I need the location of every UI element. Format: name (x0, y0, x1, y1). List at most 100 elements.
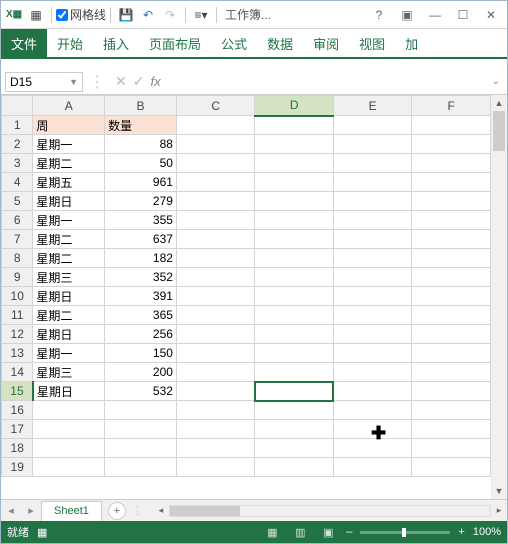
tab-layout[interactable]: 页面布局 (139, 29, 211, 57)
cell[interactable] (412, 230, 491, 249)
cell[interactable] (412, 325, 491, 344)
cell[interactable] (255, 192, 334, 211)
cell[interactable]: 637 (105, 230, 177, 249)
cell[interactable] (255, 173, 334, 192)
cell[interactable] (333, 363, 412, 382)
cell[interactable] (255, 401, 334, 420)
cell[interactable] (412, 154, 491, 173)
cell[interactable] (333, 173, 412, 192)
cell[interactable]: 星期二 (33, 230, 105, 249)
cell[interactable] (105, 420, 177, 439)
cell[interactable] (176, 192, 255, 211)
gridlines-toggle[interactable]: 网格线 (56, 6, 106, 23)
cell[interactable]: 365 (105, 306, 177, 325)
tab-addins[interactable]: 加 (395, 29, 428, 57)
undo-icon[interactable]: ↶ (140, 7, 156, 23)
cell[interactable] (412, 249, 491, 268)
cell[interactable] (255, 458, 334, 477)
cell[interactable] (412, 135, 491, 154)
cell[interactable]: 星期五 (33, 173, 105, 192)
cell[interactable] (105, 401, 177, 420)
cell[interactable]: 数量 (105, 116, 177, 135)
cell[interactable]: 星期二 (33, 306, 105, 325)
ribbon-display-icon[interactable]: ▣ (393, 5, 421, 25)
cell[interactable] (412, 458, 491, 477)
cell[interactable] (333, 268, 412, 287)
vertical-scrollbar[interactable]: ▲ ▼ (491, 95, 507, 499)
cell[interactable] (412, 344, 491, 363)
scroll-down-icon[interactable]: ▼ (491, 483, 507, 499)
cell[interactable] (255, 135, 334, 154)
cell[interactable] (412, 363, 491, 382)
zoom-out-button[interactable]: – (346, 526, 352, 538)
cell[interactable]: 182 (105, 249, 177, 268)
cell[interactable]: 352 (105, 268, 177, 287)
tab-file[interactable]: 文件 (1, 29, 47, 57)
expand-formula-bar-icon[interactable]: ⌄ (489, 76, 503, 87)
cell[interactable] (255, 344, 334, 363)
cell[interactable]: 200 (105, 363, 177, 382)
tab-review[interactable]: 审阅 (303, 29, 349, 57)
cell[interactable]: 星期日 (33, 325, 105, 344)
cell[interactable] (412, 211, 491, 230)
cell[interactable] (176, 458, 255, 477)
cell[interactable] (176, 439, 255, 458)
row-header[interactable]: 19 (2, 458, 33, 477)
normal-view-icon[interactable]: ▦ (262, 524, 282, 540)
cell[interactable] (333, 458, 412, 477)
cell[interactable] (33, 439, 105, 458)
sheet-nav[interactable]: ◂▸ (1, 504, 41, 517)
cell[interactable] (333, 116, 412, 135)
row-header[interactable]: 2 (2, 135, 33, 154)
cell[interactable] (255, 325, 334, 344)
row-header[interactable]: 11 (2, 306, 33, 325)
cell[interactable]: 星期日 (33, 287, 105, 306)
minimize-icon[interactable]: — (421, 5, 449, 25)
cell[interactable] (176, 382, 255, 401)
cell[interactable]: 50 (105, 154, 177, 173)
cell[interactable] (333, 382, 412, 401)
cell[interactable]: 星期日 (33, 382, 105, 401)
cell[interactable] (412, 268, 491, 287)
grid-icon[interactable]: ▦ (28, 7, 44, 23)
cell[interactable] (255, 211, 334, 230)
cell[interactable] (176, 306, 255, 325)
row-header[interactable]: 6 (2, 211, 33, 230)
cell[interactable] (333, 135, 412, 154)
cell[interactable] (333, 401, 412, 420)
cell[interactable] (255, 439, 334, 458)
cell[interactable] (412, 382, 491, 401)
cell[interactable] (176, 154, 255, 173)
help-icon[interactable]: ? (365, 5, 393, 25)
sheet-tab[interactable]: Sheet1 (41, 501, 102, 521)
cell[interactable] (333, 154, 412, 173)
cell[interactable] (412, 287, 491, 306)
row-header[interactable]: 10 (2, 287, 33, 306)
col-header-c[interactable]: C (176, 96, 255, 116)
row-header[interactable]: 18 (2, 439, 33, 458)
zoom-slider[interactable] (360, 531, 450, 534)
cell[interactable]: 355 (105, 211, 177, 230)
save-icon[interactable]: 💾 (118, 7, 134, 23)
cell[interactable] (176, 230, 255, 249)
cell[interactable] (255, 287, 334, 306)
cell[interactable] (255, 154, 334, 173)
cell[interactable] (333, 249, 412, 268)
cell[interactable] (255, 116, 334, 135)
row-header[interactable]: 13 (2, 344, 33, 363)
cell[interactable] (176, 420, 255, 439)
row-header[interactable]: 9 (2, 268, 33, 287)
cell[interactable] (412, 306, 491, 325)
cell[interactable] (176, 401, 255, 420)
hscroll-thumb[interactable] (170, 506, 240, 516)
cell[interactable]: 星期三 (33, 268, 105, 287)
cell[interactable] (33, 458, 105, 477)
redo-icon[interactable]: ↷ (162, 7, 178, 23)
cell[interactable] (412, 401, 491, 420)
row-header[interactable]: 16 (2, 401, 33, 420)
cell[interactable] (412, 116, 491, 135)
cell[interactable] (255, 306, 334, 325)
scroll-right-icon[interactable]: ▸ (491, 503, 507, 519)
cell[interactable] (412, 173, 491, 192)
horizontal-scrollbar[interactable]: ◂ ▸ (153, 503, 507, 519)
